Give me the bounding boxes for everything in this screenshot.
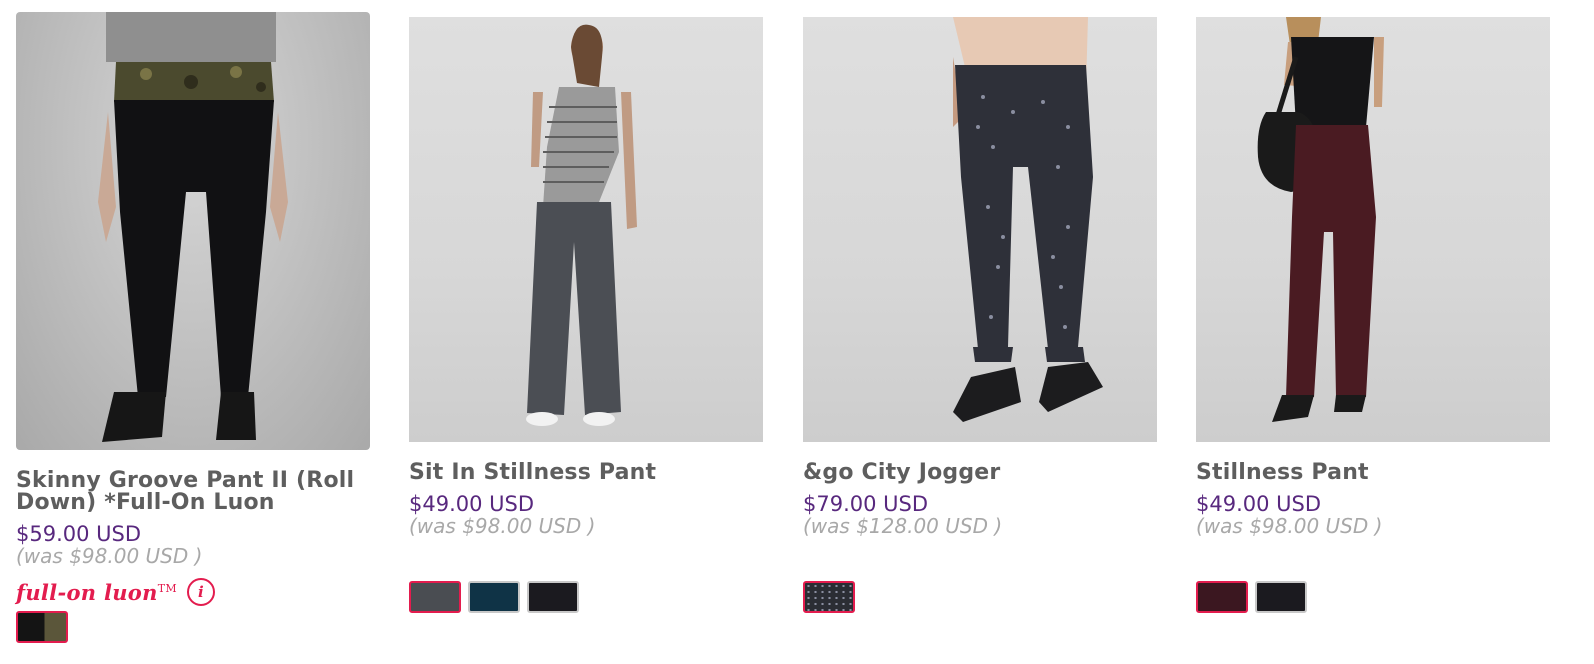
color-swatch[interactable] <box>527 581 579 613</box>
product-price: $79.00 USD <box>803 492 929 516</box>
product-name[interactable]: Sit In Stillness Pant <box>409 462 763 484</box>
color-swatch[interactable] <box>468 581 520 613</box>
color-swatches <box>16 611 370 643</box>
product-card: Sit In Stillness Pant $49.00 USD (was $9… <box>409 17 763 613</box>
color-swatch[interactable] <box>803 581 855 613</box>
product-was-price: (was $98.00 USD ) <box>16 544 203 568</box>
product-price: $49.00 USD <box>409 492 535 516</box>
product-card: Skinny Groove Pant II (Roll Down) *Full-… <box>16 12 370 643</box>
product-image[interactable] <box>803 17 1157 442</box>
color-swatch[interactable] <box>1196 581 1248 613</box>
fabric-tech: full-on luonTM i <box>16 577 370 607</box>
product-was-price: (was $128.00 USD ) <box>803 514 1003 538</box>
fabric-label-text: full-on luon <box>16 579 158 605</box>
color-swatches <box>409 581 763 613</box>
product-card: &go City Jogger $79.00 USD (was $128.00 … <box>803 17 1157 613</box>
color-swatch[interactable] <box>16 611 68 643</box>
product-image[interactable] <box>1196 17 1550 442</box>
product-name[interactable]: &go City Jogger <box>803 462 1157 484</box>
pants-photo-icon <box>953 17 1103 422</box>
product-image[interactable] <box>409 17 763 442</box>
color-swatch[interactable] <box>409 581 461 613</box>
info-icon[interactable]: i <box>186 578 215 606</box>
product-name[interactable]: Skinny Groove Pant II (Roll Down) *Full-… <box>16 470 370 514</box>
product-price: $59.00 USD <box>16 522 142 546</box>
product-was-price: (was $98.00 USD ) <box>1196 514 1383 538</box>
trademark-mark: TM <box>157 581 177 595</box>
product-name[interactable]: Stillness Pant <box>1196 462 1550 484</box>
pants-photo-icon <box>526 24 637 426</box>
product-card: Stillness Pant $49.00 USD (was $98.00 US… <box>1196 17 1550 613</box>
product-image[interactable] <box>16 12 370 450</box>
product-grid: Skinny Groove Pant II (Roll Down) *Full-… <box>0 0 1594 664</box>
fabric-label: full-on luonTM <box>16 580 177 605</box>
product-was-price: (was $98.00 USD ) <box>409 514 596 538</box>
pants-photo-icon <box>1257 17 1384 422</box>
color-swatch[interactable] <box>1255 581 1307 613</box>
product-price: $49.00 USD <box>1196 492 1322 516</box>
color-swatches <box>1196 581 1550 613</box>
color-swatches <box>803 581 1157 613</box>
pants-photo-icon <box>98 12 288 442</box>
